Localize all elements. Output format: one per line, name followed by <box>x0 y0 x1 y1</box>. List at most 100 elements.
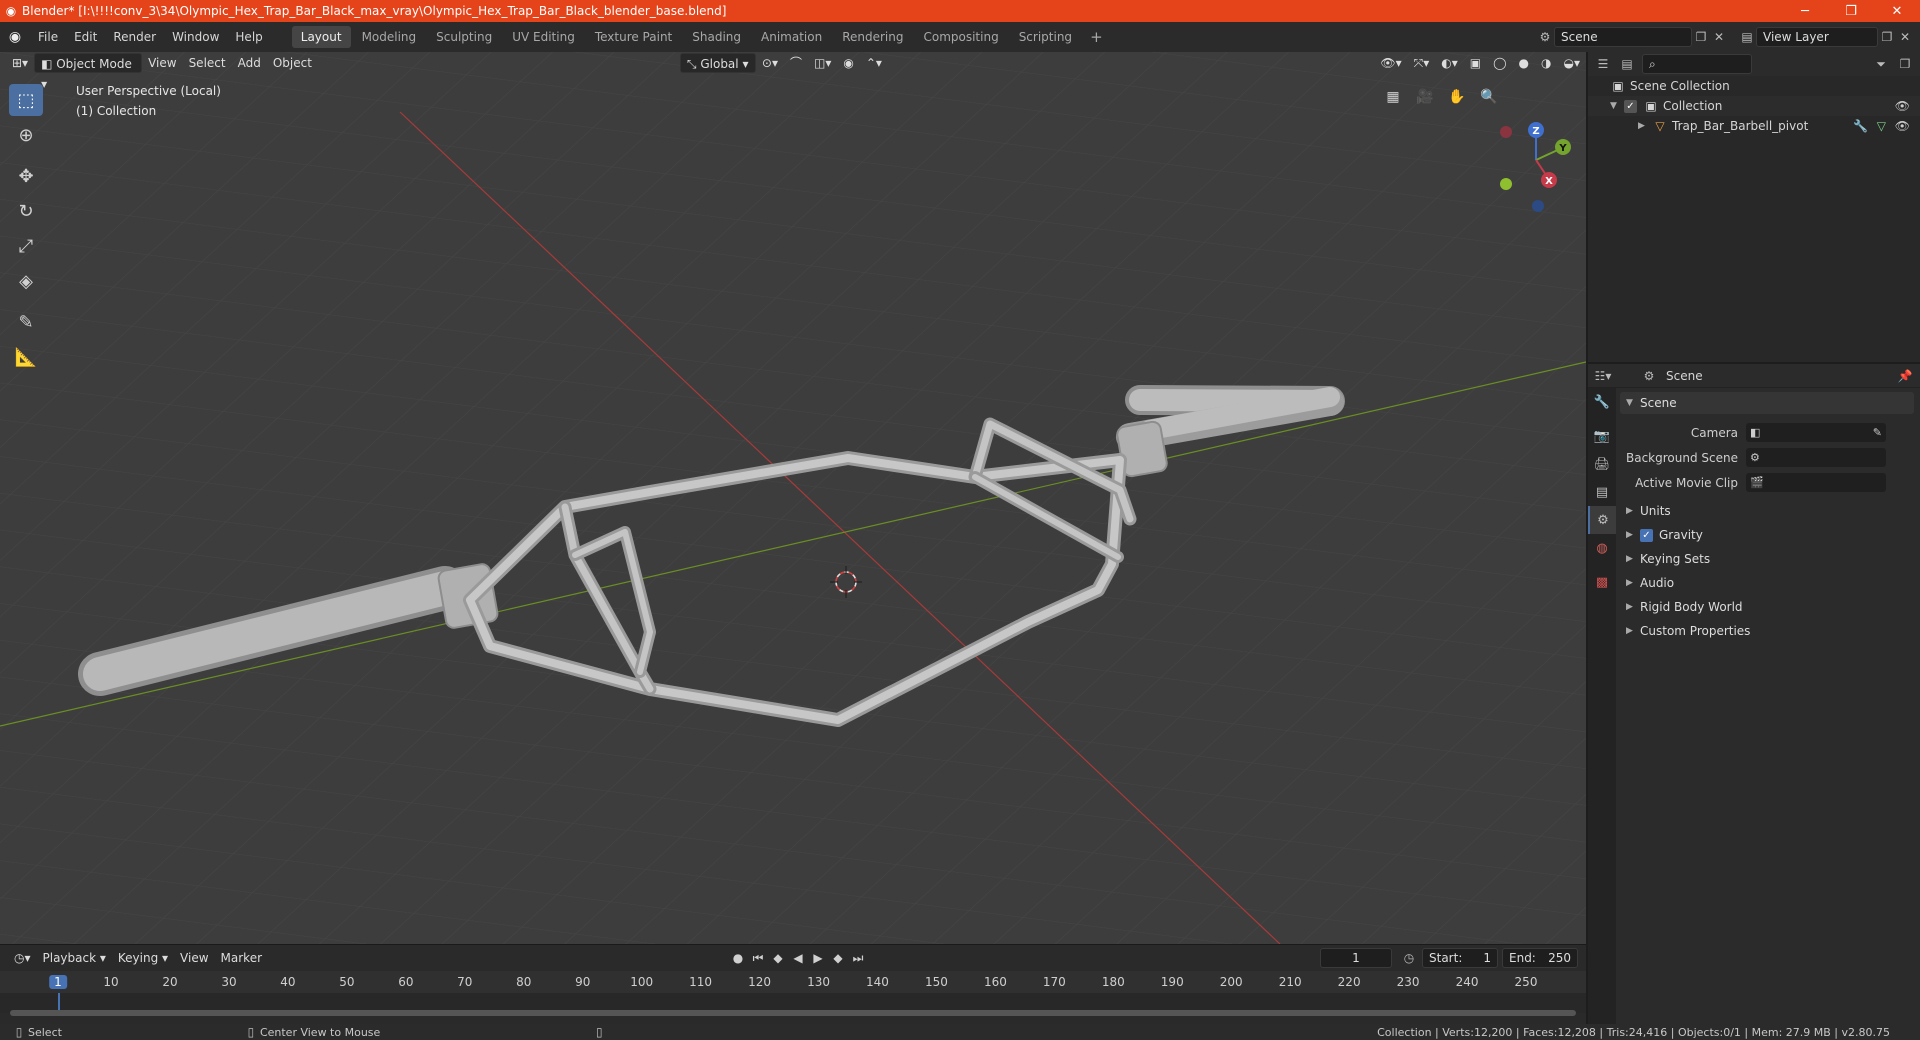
rotate-tool-icon[interactable]: ↻ <box>9 195 43 227</box>
ruler-frame-180[interactable]: 180 <box>1102 975 1125 989</box>
proportional-edit-icon[interactable]: ◉ <box>837 53 859 73</box>
ruler-frame-120[interactable]: 120 <box>748 975 771 989</box>
ruler-frame-140[interactable]: 140 <box>866 975 889 989</box>
menu-playback[interactable]: Playback ▾ <box>37 948 112 968</box>
rigid-body-world-panel[interactable]: ▶ Rigid Body World <box>1620 595 1914 619</box>
material-shading-icon[interactable]: ◑ <box>1535 53 1557 73</box>
3d-viewport[interactable]: Z Y X ⊞▾ ◧ Object Mode ▾ View Select Add… <box>0 52 1586 944</box>
filter-icon[interactable]: ⏷ <box>1872 55 1890 73</box>
outliner-scene-collection[interactable]: ▣ Scene Collection <box>1588 76 1920 96</box>
ruler-frame-20[interactable]: 20 <box>162 975 177 989</box>
jump-start-icon[interactable]: ⏮ <box>748 951 768 966</box>
new-collection-icon[interactable]: ❐ <box>1896 55 1914 73</box>
units-panel[interactable]: ▶ Units <box>1620 499 1914 523</box>
gravity-panel[interactable]: ▶ ✓ Gravity <box>1620 523 1914 547</box>
mesh-data-icon[interactable]: ▽ <box>1877 119 1886 133</box>
tab-texture-paint[interactable]: Texture Paint <box>586 26 681 48</box>
camera-field[interactable]: ◧ ✎ <box>1746 423 1886 442</box>
menu-help[interactable]: Help <box>227 22 270 52</box>
ruler-frame-10[interactable]: 10 <box>103 975 118 989</box>
ruler-frame-170[interactable]: 170 <box>1043 975 1066 989</box>
viewport-scene[interactable]: Z Y X <box>0 52 1586 944</box>
ruler-frame-210[interactable]: 210 <box>1279 975 1302 989</box>
solid-shading-icon[interactable]: ● <box>1513 53 1535 73</box>
keying-sets-panel[interactable]: ▶ Keying Sets <box>1620 547 1914 571</box>
visibility-icon[interactable]: 👁▾ <box>1374 53 1407 73</box>
view-layer-tab-icon[interactable]: ▤ <box>1588 478 1616 506</box>
mode-selector[interactable]: ◧ Object Mode ▾ <box>34 53 143 91</box>
scale-tool-icon[interactable]: ⤢ <box>9 230 43 262</box>
view-layer-icon[interactable]: ▤ <box>1738 28 1756 46</box>
ruler-frame-200[interactable]: 200 <box>1220 975 1243 989</box>
menu-view[interactable]: View <box>142 53 182 73</box>
audio-panel[interactable]: ▶ Audio <box>1620 571 1914 595</box>
tab-scripting[interactable]: Scripting <box>1010 26 1081 48</box>
menu-edit[interactable]: Edit <box>66 22 105 52</box>
background-scene-field[interactable]: ⚙ <box>1746 448 1886 467</box>
ruler-frame-60[interactable]: 60 <box>398 975 413 989</box>
ruler-frame-230[interactable]: 230 <box>1397 975 1420 989</box>
menu-select[interactable]: Select <box>183 53 232 73</box>
eyedropper-icon[interactable]: ✎ <box>1873 426 1882 439</box>
pivot-point-icon[interactable]: ⊙▾ <box>756 53 784 73</box>
tool-tab-icon[interactable]: 🔧 <box>1588 388 1616 416</box>
wireframe-shading-icon[interactable]: ◯ <box>1487 53 1512 73</box>
tab-layout[interactable]: Layout <box>291 26 351 48</box>
menu-add[interactable]: Add <box>232 53 267 73</box>
tab-rendering[interactable]: Rendering <box>833 26 912 48</box>
render-tab-icon[interactable]: 📷 <box>1588 422 1616 450</box>
outliner-search-input[interactable]: ⌕ <box>1642 54 1752 74</box>
blender-logo-icon[interactable]: ◉ <box>0 29 30 45</box>
ruler-frame-40[interactable]: 40 <box>280 975 295 989</box>
object-expand-icon[interactable]: ▶ <box>1638 121 1652 131</box>
collection-visibility-icon[interactable]: 👁 <box>1895 99 1910 113</box>
ruler-frame-150[interactable]: 150 <box>925 975 948 989</box>
tab-animation[interactable]: Animation <box>752 26 831 48</box>
start-frame-field[interactable]: Start: 1 <box>1422 948 1498 968</box>
jump-end-icon[interactable]: ⏭ <box>848 951 868 966</box>
tab-modeling[interactable]: Modeling <box>353 26 426 48</box>
ruler-frame-70[interactable]: 70 <box>457 975 472 989</box>
custom-properties-panel[interactable]: ▶ Custom Properties <box>1620 619 1914 643</box>
transform-orientation[interactable]: ⤡ Global ▾ <box>679 53 756 73</box>
zoom-icon[interactable]: 🔍 <box>1476 84 1502 110</box>
outliner-object[interactable]: ▶ ▽ Trap_Bar_Barbell_pivot 🔧 ▽ 👁 <box>1588 116 1920 136</box>
tab-uv-editing[interactable]: UV Editing <box>503 26 584 48</box>
gizmo-toggle-icon[interactable]: ⤧▾ <box>1408 53 1436 73</box>
tab-compositing[interactable]: Compositing <box>914 26 1007 48</box>
output-tab-icon[interactable]: 🖨 <box>1588 450 1616 478</box>
end-frame-field[interactable]: End: 250 <box>1502 948 1578 968</box>
active-movie-clip-field[interactable]: 🎬 <box>1746 473 1886 492</box>
close-button[interactable]: ✕ <box>1874 4 1920 19</box>
select-box-tool-icon[interactable]: ⬚ <box>9 84 43 116</box>
maximize-button[interactable]: ❐ <box>1828 4 1874 19</box>
record-icon[interactable]: ● <box>728 951 748 965</box>
next-keyframe-icon[interactable]: ◆ <box>828 951 848 965</box>
timeline-scrollbar[interactable] <box>10 1010 1576 1016</box>
ruler-frame-1[interactable]: 1 <box>49 975 67 989</box>
camera-view-icon[interactable]: 🎥 <box>1412 84 1438 110</box>
outliner-editor-type-icon[interactable]: ☰ <box>1594 55 1612 73</box>
ruler-frame-130[interactable]: 130 <box>807 975 830 989</box>
display-mode-icon[interactable]: ▤ <box>1618 55 1636 73</box>
collection-expand-icon[interactable]: ▼ <box>1610 101 1624 111</box>
new-view-layer-icon[interactable]: ❐ <box>1878 28 1896 46</box>
play-reverse-icon[interactable]: ◀ <box>788 951 808 965</box>
pan-hand-icon[interactable]: ✋ <box>1444 84 1470 110</box>
menu-window[interactable]: Window <box>164 22 227 52</box>
annotate-tool-icon[interactable]: ✎ <box>9 306 43 338</box>
falloff-icon[interactable]: ⌃▾ <box>860 53 888 73</box>
pin-icon[interactable]: 📌 <box>1896 367 1914 385</box>
play-icon[interactable]: ▶ <box>808 951 828 965</box>
view-layer-selector[interactable]: View Layer <box>1756 27 1878 47</box>
outliner-collection[interactable]: ▼ ✓ ▣ Collection 👁 <box>1588 96 1920 116</box>
add-workspace-icon[interactable]: + <box>1082 28 1111 46</box>
tab-shading[interactable]: Shading <box>683 26 750 48</box>
menu-timeline-view[interactable]: View <box>174 948 214 968</box>
timeline-editor-type-icon[interactable]: ◷▾ <box>8 948 37 968</box>
ruler-frame-100[interactable]: 100 <box>630 975 653 989</box>
world-tab-icon[interactable]: ◍ <box>1588 534 1616 562</box>
ruler-frame-250[interactable]: 250 <box>1515 975 1538 989</box>
object-visibility-icon[interactable]: 👁 <box>1895 119 1910 133</box>
rendered-shading-icon[interactable]: ◒▾ <box>1558 53 1587 73</box>
